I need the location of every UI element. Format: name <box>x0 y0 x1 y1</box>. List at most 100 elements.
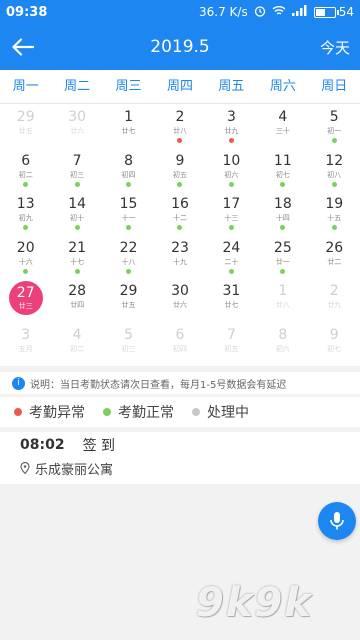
calendar-day[interactable]: 16 十二 <box>154 191 205 235</box>
lunar-date: 初七 <box>275 170 290 179</box>
lunar-date: 二十 <box>224 257 239 266</box>
month-title: 2019.5 <box>150 37 210 57</box>
day-number: 1 <box>278 283 288 300</box>
attendance-status-dot <box>331 181 337 187</box>
calendar-day[interactable]: 3 五月 <box>0 322 51 366</box>
calendar-day[interactable]: 1 廿七 <box>103 104 154 148</box>
calendar-day[interactable]: 9 初五 <box>154 148 205 192</box>
weekday-label: 周二 <box>64 79 91 94</box>
calendar-day[interactable]: 21 十七 <box>51 235 102 279</box>
legend-item: 考勤正常 <box>103 402 174 422</box>
calendar-day[interactable]: 2 廿八 <box>154 104 205 148</box>
calendar-day[interactable]: 18 十四 <box>257 191 308 235</box>
attendance-status-dot <box>280 225 286 231</box>
calendar-day[interactable]: 28 廿四 <box>51 278 102 322</box>
calendar-day[interactable]: 14 初十 <box>51 191 102 235</box>
alarm-icon <box>254 5 266 20</box>
calendar-day[interactable]: 25 廿一 <box>257 235 308 279</box>
attendance-status-dot <box>74 268 80 274</box>
legend-label: 处理中 <box>207 405 249 421</box>
day-number: 4 <box>72 326 82 343</box>
day-number: 25 <box>273 239 292 256</box>
calendar-day[interactable]: 11 初七 <box>257 148 308 192</box>
lunar-date: 廿五 <box>121 301 136 310</box>
lunar-date: 初三 <box>70 170 85 179</box>
day-number: 28 <box>68 283 87 300</box>
battery-icon: 54 <box>313 5 354 19</box>
calendar-day[interactable]: 13 初九 <box>0 191 51 235</box>
attendance-status-dot <box>228 225 234 231</box>
legend-item: 处理中 <box>192 402 249 422</box>
lunar-date: 三十 <box>275 127 290 135</box>
calendar-day[interactable]: 4 三十 <box>257 104 308 148</box>
calendar-day[interactable]: 7 初五 <box>206 322 257 366</box>
attendance-status-dot <box>280 268 286 274</box>
calendar-day[interactable]: 1 廿八 <box>257 278 308 322</box>
attendance-status-dot <box>331 225 337 231</box>
legend-item: 考勤异常 <box>14 402 85 422</box>
calendar-day-selected[interactable]: 27 廿三 <box>0 278 51 322</box>
status-legend: 考勤异常 考勤正常 处理中 <box>0 397 360 427</box>
day-number: 8 <box>124 152 134 169</box>
calendar-day[interactable]: 9 初七 <box>309 322 360 366</box>
day-number: 19 <box>325 196 344 213</box>
day-number: 12 <box>325 152 344 169</box>
calendar-day[interactable]: 24 二十 <box>206 235 257 279</box>
calendar-week-row: 3 五月 4 初二 5 初三 6 初四 7 初五 8 初六 9 初七 <box>0 322 360 366</box>
calendar-day[interactable]: 15 十一 <box>103 191 154 235</box>
calendar-grid: 29 廿五 30 廿六 1 廿七 2 廿八 3 廿九 4 三十 5 初一 6 初二 7 初三 8 初四 9 初五 10 初六 1… <box>0 104 360 366</box>
calendar-day[interactable]: 19 十五 <box>309 191 360 235</box>
day-number: 8 <box>278 326 288 343</box>
calendar-day[interactable]: 2 廿九 <box>309 278 360 322</box>
calendar-day[interactable]: 23 十九 <box>154 235 205 279</box>
calendar-day[interactable]: 8 初六 <box>257 322 308 366</box>
day-number: 20 <box>16 239 35 256</box>
calendar-day[interactable]: 22 十八 <box>103 235 154 279</box>
calendar-week-row: 6 初二 7 初三 8 初四 9 初五 10 初六 11 初七 12 初八 <box>0 148 360 192</box>
lunar-date: 廿七 <box>121 127 136 135</box>
calendar-day[interactable]: 8 初四 <box>103 148 154 192</box>
back-button[interactable] <box>0 24 46 70</box>
signal-icon <box>291 5 308 19</box>
calendar-day[interactable]: 30 廿六 <box>51 104 102 148</box>
calendar-day[interactable]: 20 十六 <box>0 235 51 279</box>
calendar-day[interactable]: 31 廿七 <box>206 278 257 322</box>
day-number: 16 <box>171 196 189 213</box>
calendar-day[interactable]: 5 初一 <box>309 104 360 148</box>
calendar-day[interactable]: 10 初六 <box>206 148 257 192</box>
calendar-day[interactable]: 6 初四 <box>154 322 205 366</box>
lunar-date: 廿八 <box>275 301 290 310</box>
calendar-day[interactable]: 4 初二 <box>51 322 102 366</box>
record-type: 签 到 <box>82 438 116 454</box>
attendance-status-dot <box>280 181 286 187</box>
attendance-status-dot <box>331 138 337 143</box>
calendar-day[interactable]: 30 廿六 <box>154 278 205 322</box>
day-number: 18 <box>273 196 292 213</box>
lunar-date: 初十 <box>70 214 85 223</box>
calendar-day[interactable]: 29 廿五 <box>0 104 51 148</box>
lunar-date: 廿三 <box>18 302 33 311</box>
status-icons: 36.7 K/s 54 <box>199 5 354 20</box>
day-number: 1 <box>124 109 134 125</box>
calendar-day[interactable]: 6 初二 <box>0 148 51 192</box>
calendar-day[interactable]: 5 初三 <box>103 322 154 366</box>
calendar-day[interactable]: 29 廿五 <box>103 278 154 322</box>
weekday-label: 周三 <box>115 79 142 94</box>
calendar-day[interactable]: 26 廿二 <box>309 235 360 279</box>
day-number: 14 <box>68 196 87 213</box>
calendar-day[interactable]: 3 廿九 <box>206 104 257 148</box>
day-number: 27 <box>16 285 35 302</box>
today-button[interactable]: 今天 <box>320 37 350 58</box>
calendar-day[interactable]: 17 十三 <box>206 191 257 235</box>
calendar-week-row: 20 十六 21 十七 22 十八 23 十九 24 二十 25 廿一 26 廿二 <box>0 235 360 279</box>
day-number: 9 <box>175 152 185 169</box>
lunar-date: 廿四 <box>70 301 85 310</box>
voice-input-button[interactable] <box>318 502 356 540</box>
attendance-status-dot <box>74 225 80 231</box>
calendar-day[interactable]: 12 初八 <box>309 148 360 192</box>
lunar-date: 初四 <box>121 170 136 179</box>
calendar-day[interactable]: 7 初三 <box>51 148 102 192</box>
lunar-date: 十八 <box>121 257 136 266</box>
attendance-status-dot <box>23 268 29 274</box>
lunar-date: 十三 <box>224 214 239 223</box>
